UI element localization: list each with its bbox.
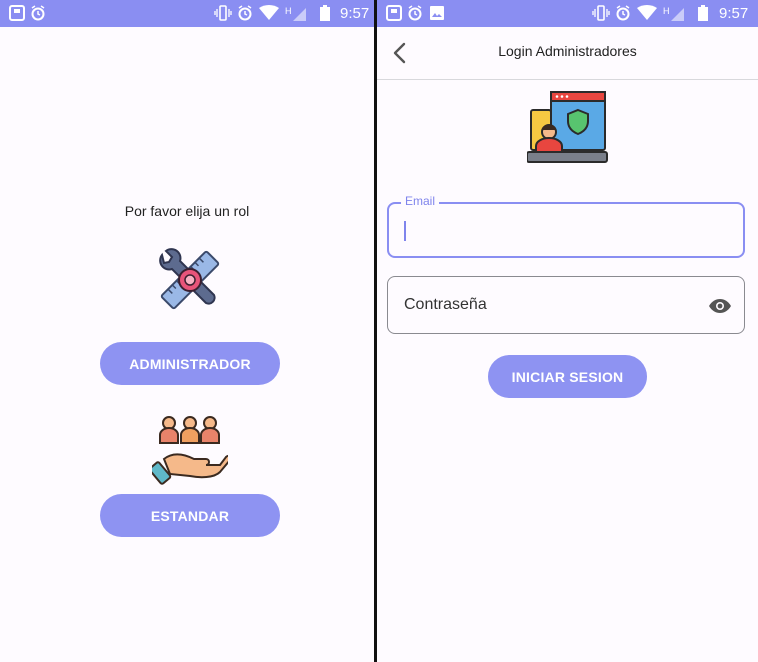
status-time: 9:57 xyxy=(719,5,749,22)
app-bar: Login Administradores xyxy=(377,27,758,80)
role-selection-screen: H 9:57 Por favor elija un rol ADMINISTRA… xyxy=(0,0,374,662)
eye-icon[interactable] xyxy=(708,294,732,318)
login-button[interactable]: INICIAR SESION xyxy=(488,355,647,398)
role-prompt: Por favor elija un rol xyxy=(124,203,250,219)
battery-icon xyxy=(698,5,708,21)
alarm-icon xyxy=(30,5,46,21)
svg-text:H: H xyxy=(663,6,670,16)
wifi-icon xyxy=(259,5,279,21)
status-time: 9:57 xyxy=(340,5,370,22)
password-placeholder: Contraseña xyxy=(404,296,487,313)
app-notification-icon xyxy=(386,5,402,21)
admin-login-screen: H 9:57 Login Administradores Email Contr… xyxy=(377,0,758,662)
admin-security-illustration-icon xyxy=(526,90,609,172)
email-label: Email xyxy=(401,194,440,208)
image-icon xyxy=(429,5,445,21)
battery-icon xyxy=(320,5,330,21)
admin-tools-icon xyxy=(152,243,228,319)
alarm-icon xyxy=(407,5,423,21)
standard-role-button[interactable]: ESTANDAR xyxy=(100,494,280,537)
page-title: Login Administradores xyxy=(498,43,637,59)
cell-signal-icon: H xyxy=(663,5,685,21)
password-field[interactable]: Contraseña xyxy=(387,276,745,334)
vibrate-icon xyxy=(592,5,610,21)
email-field[interactable]: Email xyxy=(387,194,745,258)
status-bar: H 9:57 xyxy=(0,0,374,27)
alarm-icon xyxy=(237,5,253,21)
svg-text:H: H xyxy=(285,6,292,16)
community-hand-icon xyxy=(148,413,233,487)
cell-signal-icon: H xyxy=(285,5,307,21)
alarm-icon xyxy=(615,5,631,21)
wifi-icon xyxy=(637,5,657,21)
vibrate-icon xyxy=(214,5,232,21)
status-bar: H 9:57 xyxy=(377,0,758,27)
app-notification-icon xyxy=(9,5,25,21)
admin-role-button[interactable]: ADMINISTRADOR xyxy=(100,342,280,385)
text-cursor xyxy=(404,221,406,241)
